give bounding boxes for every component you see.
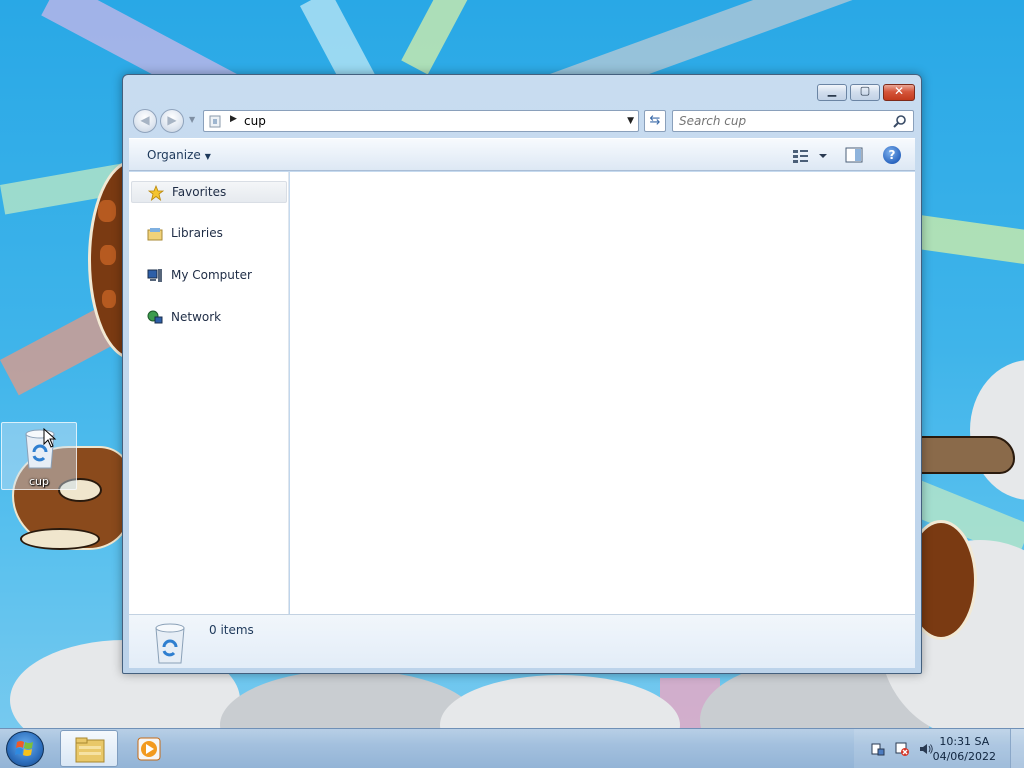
turtle-jaw (20, 528, 100, 550)
clock-time: 10:31 SA (939, 735, 990, 748)
organize-button[interactable]: Organize ▼ (147, 148, 211, 162)
address-bar[interactable]: ▶ cup ▼ (203, 110, 639, 132)
search-input[interactable] (679, 113, 879, 129)
address-dropdown-icon[interactable]: ▼ (627, 116, 634, 126)
shell-spot (98, 200, 116, 222)
back-button[interactable]: ◀ (133, 109, 157, 133)
preview-pane-button[interactable] (845, 147, 863, 163)
recent-pages-dropdown[interactable]: ▼ (189, 115, 195, 124)
action-center-icon[interactable] (870, 741, 886, 757)
forward-button[interactable]: ▶ (160, 109, 184, 133)
back-arrow-icon: ◀ (140, 113, 150, 127)
maximize-button[interactable]: ▢ (850, 84, 880, 101)
restore-icon: ▢ (859, 84, 871, 97)
notification-area: 10:31 SA 04/06/2022 (854, 729, 1024, 768)
desktop-icon-cup[interactable]: cup (1, 422, 77, 490)
help-icon: ? (888, 148, 896, 162)
nav-item-network[interactable]: Network (131, 307, 287, 329)
help-button[interactable]: ? (883, 146, 901, 164)
taskbar-media-player-button[interactable] (124, 730, 182, 767)
network-icon (147, 310, 163, 324)
shell-spot (100, 245, 116, 265)
star-icon (148, 185, 164, 201)
nav-item-my-computer[interactable]: My Computer (131, 265, 287, 287)
shell-spot (102, 290, 116, 308)
volume-icon[interactable] (918, 741, 934, 757)
clock[interactable]: 10:31 SA 04/06/2022 (933, 734, 996, 764)
taskbar-explorer-button[interactable] (60, 730, 118, 767)
change-view-button[interactable] (791, 147, 831, 165)
start-button[interactable] (6, 731, 44, 767)
chevron-down-icon: ▼ (204, 152, 211, 161)
close-button[interactable]: ✕ (883, 84, 915, 101)
network-disconnected-icon[interactable] (894, 741, 910, 757)
preview-pane-icon (845, 147, 863, 163)
nav-label: My Computer (171, 268, 252, 282)
folder-icon (75, 737, 105, 763)
recycle-bin-icon (155, 623, 185, 664)
search-box[interactable] (672, 110, 914, 132)
libraries-icon (147, 228, 163, 241)
item-count: 0 items (209, 623, 254, 637)
taskbar: 10:31 SA 04/06/2022 (0, 728, 1024, 768)
command-bar: Organize ▼ ? (129, 138, 915, 171)
computer-icon (147, 269, 162, 282)
file-list-area[interactable] (290, 172, 915, 614)
nav-label: Network (171, 310, 222, 324)
details-pane: 0 items (129, 614, 915, 668)
nav-label: Favorites (172, 185, 227, 199)
forward-arrow-icon: ▶ (167, 113, 177, 127)
refresh-icon: ⇆ (649, 113, 661, 128)
show-desktop-button[interactable] (1010, 729, 1024, 768)
cloud (970, 360, 1024, 500)
breadcrumb-cup[interactable]: cup (244, 114, 266, 128)
minimize-icon: ▁ (827, 84, 837, 97)
media-player-icon (137, 737, 161, 761)
view-options-icon (793, 150, 827, 163)
mouse-cursor-icon (43, 428, 57, 448)
close-icon: ✕ (893, 84, 905, 98)
wallpaper-ray (401, 0, 470, 75)
clock-date: 04/06/2022 (932, 750, 996, 763)
nav-item-libraries[interactable]: Libraries (131, 223, 287, 245)
explorer-window: ▁ ▢ ✕ ◀ ▶ ▼ ▶ cup ▼ ⇆ Organize▼ (122, 74, 922, 674)
refresh-button[interactable]: ⇆ (644, 110, 666, 132)
windows-logo-icon (15, 741, 33, 756)
wallpaper-ray (915, 215, 1024, 266)
nav-item-favorites[interactable]: Favorites (131, 181, 287, 203)
navigation-bar: ◀ ▶ ▼ ▶ cup ▼ ⇆ (131, 107, 914, 135)
recycle-bin-small-icon (209, 115, 221, 128)
nav-label: Libraries (171, 226, 223, 240)
desktop-icon-label: cup (28, 475, 49, 488)
caption-buttons: ▁ ▢ ✕ (814, 84, 915, 102)
minimize-button[interactable]: ▁ (817, 84, 847, 101)
organize-label: Organize (147, 148, 201, 162)
breadcrumb-separator-icon[interactable]: ▶ (230, 114, 237, 124)
search-icon (893, 115, 906, 128)
navigation-pane: Favorites Libraries My Computer Network (129, 172, 289, 614)
